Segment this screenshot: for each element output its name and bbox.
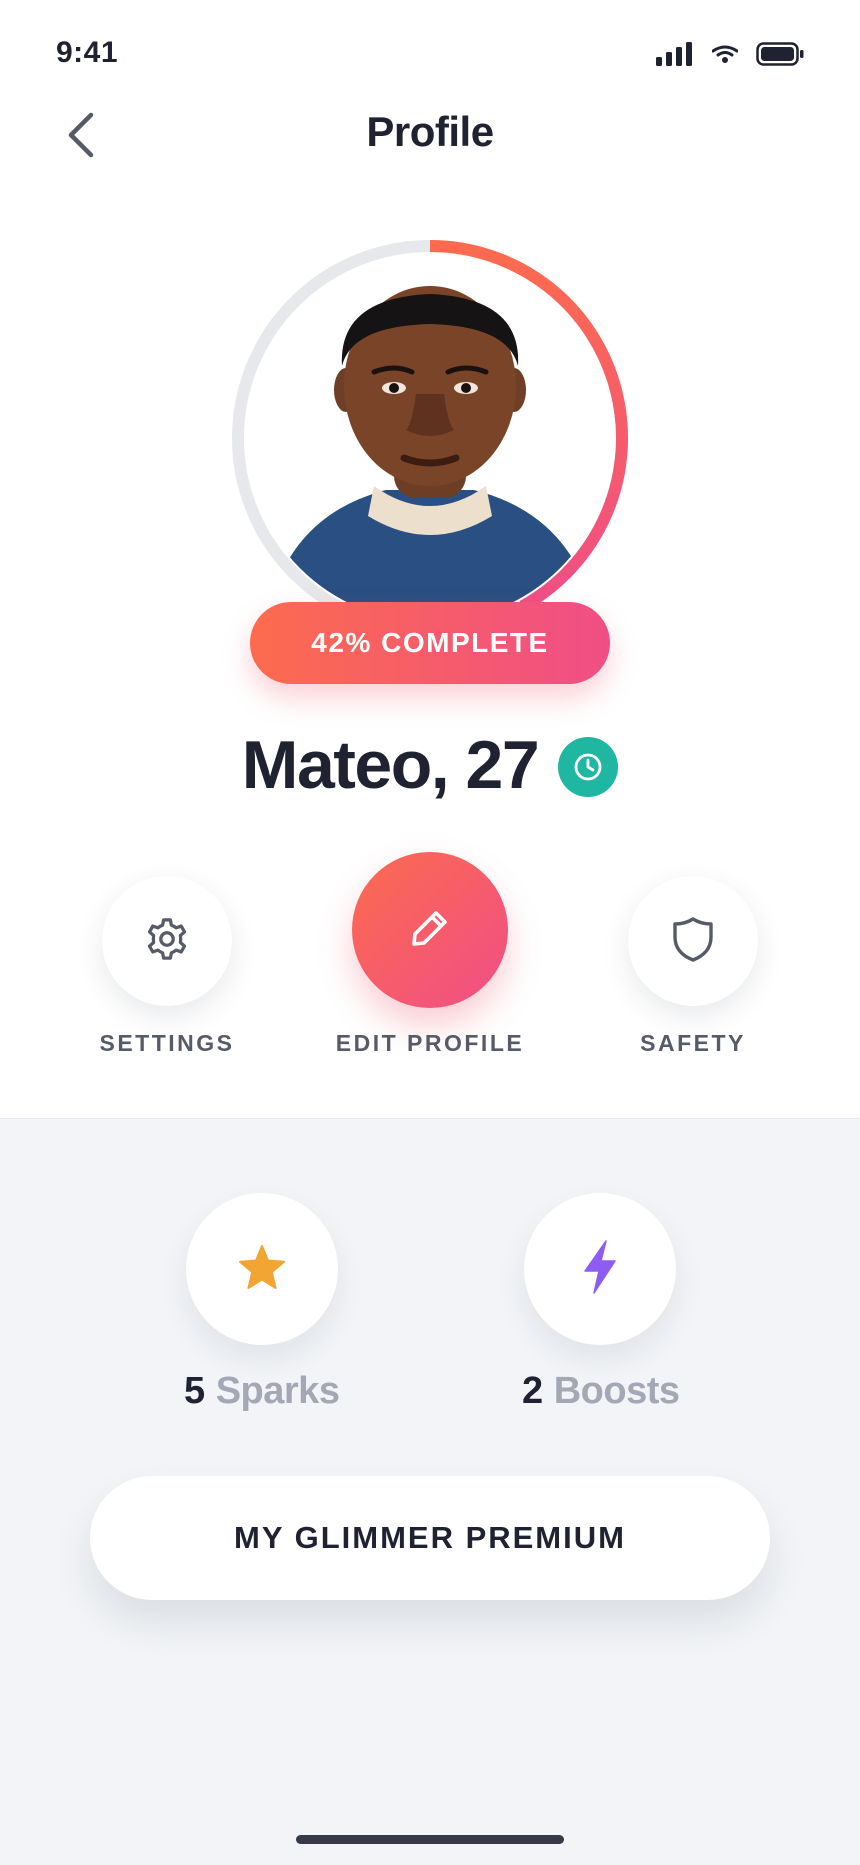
boosts-stat: 2 Boosts xyxy=(522,1370,680,1413)
edit-profile-button[interactable] xyxy=(352,852,508,1008)
clock-icon[interactable] xyxy=(558,737,619,797)
star-icon xyxy=(238,1244,286,1295)
home-indicator xyxy=(296,1835,564,1844)
sparks-label: Sparks xyxy=(215,1370,340,1412)
completion-badge[interactable]: 42% COMPLETE xyxy=(250,602,610,684)
back-button[interactable] xyxy=(56,108,104,166)
settings-label[interactable]: SETTINGS xyxy=(92,1030,242,1057)
cellular-signal-icon xyxy=(656,42,694,71)
profile-photo-container[interactable] xyxy=(228,236,632,640)
chevron-left-icon xyxy=(65,111,95,164)
settings-button[interactable] xyxy=(102,876,232,1006)
wifi-icon xyxy=(711,44,739,69)
sparks-button[interactable] xyxy=(186,1193,338,1345)
status-time: 9:41 xyxy=(56,36,119,69)
boosts-count: 2 xyxy=(522,1370,544,1412)
premium-button[interactable]: MY GLIMMER PREMIUM xyxy=(90,1476,770,1600)
safety-label[interactable]: SAFETY xyxy=(618,1030,768,1057)
gear-icon xyxy=(144,916,190,967)
shield-icon xyxy=(671,915,715,968)
safety-button[interactable] xyxy=(628,876,758,1006)
lightning-icon xyxy=(580,1239,620,1300)
battery-icon xyxy=(756,42,804,71)
pencil-icon xyxy=(408,906,452,955)
boosts-label: Boosts xyxy=(553,1370,680,1412)
status-icons xyxy=(656,42,804,71)
completion-ring xyxy=(232,240,628,636)
edit-profile-label[interactable]: EDIT PROFILE xyxy=(320,1030,540,1057)
boosts-button[interactable] xyxy=(524,1193,676,1345)
page-title: Profile xyxy=(366,108,494,155)
profile-name: Mateo, 27 xyxy=(241,727,540,803)
sparks-count: 5 xyxy=(184,1370,206,1412)
profile-name-row: Mateo, 27 xyxy=(0,722,860,808)
sparks-stat: 5 Sparks xyxy=(184,1370,340,1413)
